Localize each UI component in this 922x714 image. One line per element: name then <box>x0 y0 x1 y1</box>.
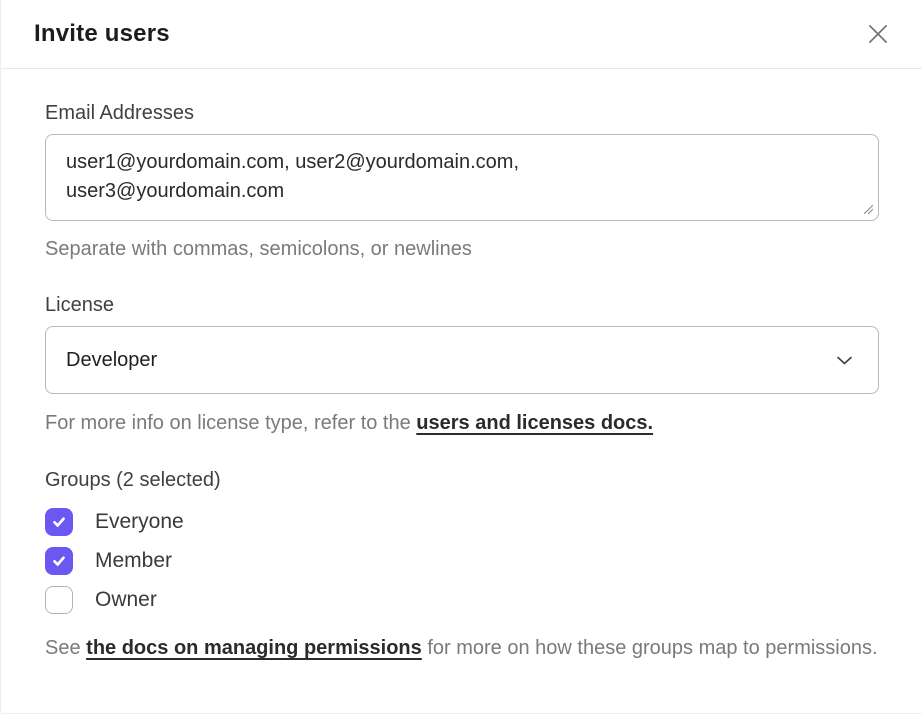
email-textarea-wrap: user1@yourdomain.com, user2@yourdomain.c… <box>45 134 878 221</box>
checkbox-member[interactable] <box>45 547 73 575</box>
footer-prefix: See <box>45 637 86 659</box>
modal-header: Invite users <box>1 0 922 69</box>
license-helper-text: For more info on license type, refer to … <box>45 409 878 438</box>
footer-suffix: for more on how these groups map to perm… <box>422 637 878 659</box>
modal-body: Email Addresses user1@yourdomain.com, us… <box>1 102 922 663</box>
group-row-everyone[interactable]: Everyone <box>45 508 878 536</box>
chevron-down-icon <box>836 355 853 366</box>
group-row-member[interactable]: Member <box>45 547 878 575</box>
group-label-owner: Owner <box>95 588 157 612</box>
users-licenses-docs-link[interactable]: users and licenses docs. <box>416 412 653 434</box>
group-row-owner[interactable]: Owner <box>45 586 878 614</box>
close-button[interactable] <box>864 20 892 48</box>
managing-permissions-docs-link[interactable]: the docs on managing permissions <box>86 637 422 659</box>
textarea-resize-handle[interactable] <box>862 203 874 215</box>
checkbox-owner[interactable] <box>45 586 73 614</box>
email-helper-text: Separate with commas, semicolons, or new… <box>45 235 878 264</box>
email-addresses-input[interactable]: user1@yourdomain.com, user2@yourdomain.c… <box>45 134 879 221</box>
groups-label: Groups (2 selected) <box>45 469 878 492</box>
license-select[interactable]: Developer <box>45 326 879 394</box>
license-selected-value: Developer <box>66 349 157 372</box>
license-helper-prefix: For more info on license type, refer to … <box>45 412 416 434</box>
checkmark-icon <box>50 552 68 570</box>
license-label: License <box>45 294 878 317</box>
group-label-member: Member <box>95 549 172 573</box>
checkmark-icon <box>50 513 68 531</box>
group-label-everyone: Everyone <box>95 510 184 534</box>
close-icon <box>865 21 891 47</box>
groups-footer-note: See the docs on managing permissions for… <box>45 634 878 663</box>
modal-title: Invite users <box>34 20 170 48</box>
email-addresses-label: Email Addresses <box>45 102 878 125</box>
checkbox-everyone[interactable] <box>45 508 73 536</box>
